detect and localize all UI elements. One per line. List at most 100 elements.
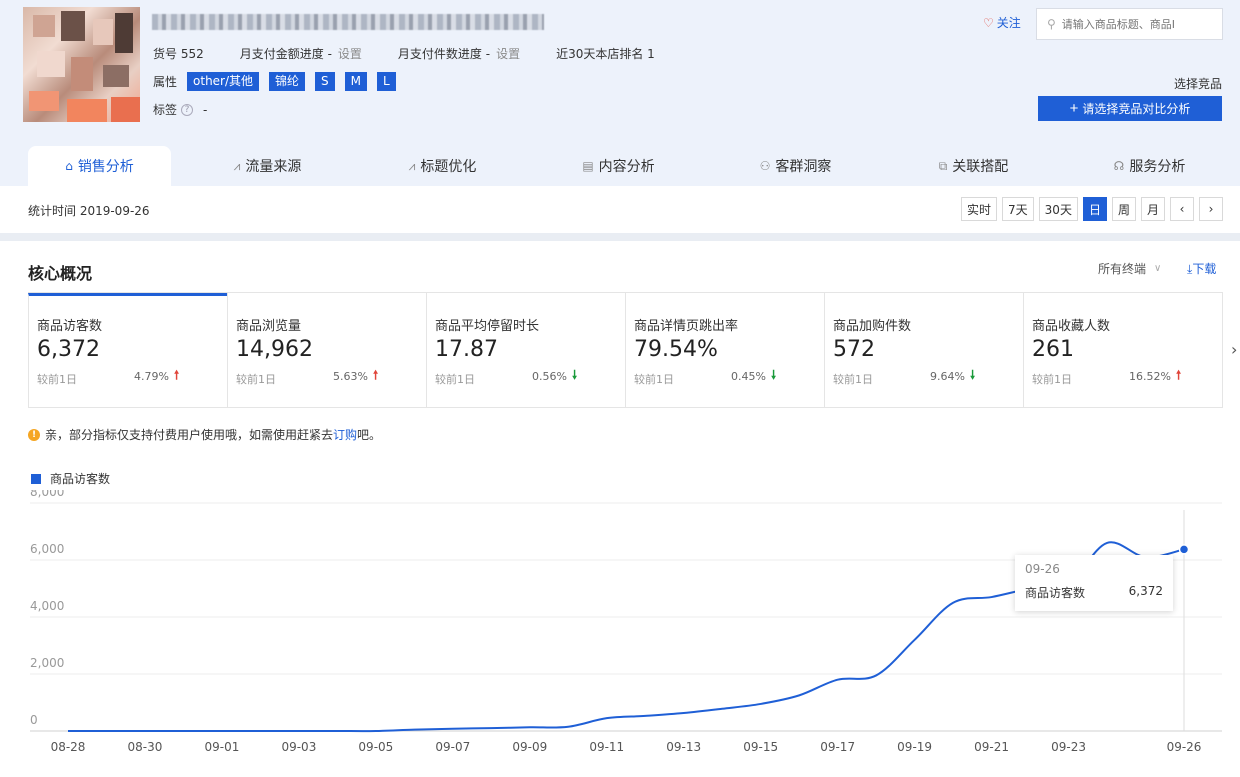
metric-cards: 商品访客数 6,372 较前1日 4.79% 🠕 商品浏览量 14,962 较前1… [28,292,1223,408]
metric-card[interactable]: 商品详情页跳出率 79.54% 较前1日 0.45% 🠗 [625,293,824,407]
tooltip-date: 09-26 [1025,562,1060,576]
x-tick-label: 09-03 [281,740,316,754]
chevron-left-icon: ‹ [1179,202,1185,216]
metric-name: 商品加购件数 [833,319,912,334]
metric-name: 商品浏览量 [236,319,302,334]
metric-compare-label: 较前1日 [1032,373,1072,386]
tooltip-label: 商品访客数 [1025,586,1086,600]
metric-name: 商品详情页跳出率 [634,319,739,334]
metric-change-value: 0.45% [731,370,766,383]
range-7d-button[interactable]: 7天 [1002,197,1034,221]
help-icon[interactable]: ? [181,103,194,116]
tag-value: - [203,102,208,117]
range-day-button[interactable]: 日 [1082,197,1107,221]
next-period-button[interactable]: › [1199,197,1223,221]
section-divider [0,233,1240,241]
tag-label: 标签 [153,103,178,117]
arrow-down-icon: 🠗 [571,368,578,382]
follow-button[interactable]: ♡ 关注 [983,14,1021,31]
core-overview-title: 核心概况 [28,264,93,283]
tab-traffic-source[interactable]: ⩘ 流量来源 [196,146,339,186]
tag-row: 标签 ? - [153,101,207,118]
search-icon: ⚲ [1047,17,1056,31]
x-tick-label: 08-28 [51,740,86,754]
legend-label: 商品访客数 [50,472,111,486]
product-thumbnail[interactable] [23,7,140,122]
y-tick-label: 4,000 [30,599,64,613]
x-tick-label: 09-05 [358,740,393,754]
notice-text-end: 吧。 [357,428,382,442]
tab-content-analysis[interactable]: ▤ 内容分析 [547,146,690,186]
search-input[interactable] [1061,17,1202,31]
download-link[interactable]: ⤓下载 [1187,260,1216,277]
metric-value: 17.87 [435,337,498,362]
chevron-right-icon[interactable]: › [1231,340,1237,359]
range-month-button[interactable]: 月 [1140,197,1165,221]
x-tick-label: 09-09 [512,740,547,754]
visitor-line-chart[interactable]: 0 2,000 4,000 6,000 8,000 08-28 08-30 09-01 09-0… [0,490,1240,777]
metric-card[interactable]: 商品访客数 6,372 较前1日 4.79% 🠕 [28,293,227,407]
product-header: 货号 552 月支付金额进度 - 设置 月支付件数进度 - 设置 近30天本店排名 … [0,0,1240,186]
metric-card[interactable]: 商品平均停留时长 17.87 较前1日 0.56% 🠗 [426,293,625,407]
tab-customer-insight[interactable]: ⚇ 客群洞察 [724,146,867,186]
tab-label: 销售分析 [77,159,134,175]
notice-text: 亲，部分指标仅支持付费用户使用哦，如需使用赶紧去 [45,428,334,442]
x-tick-label: 09-11 [589,740,624,754]
metric-card[interactable]: 商品浏览量 14,962 较前1日 5.63% 🠕 [227,293,426,407]
tab-label: 标题优化 [420,159,477,175]
metric-card[interactable]: 商品加购件数 572 较前1日 9.64% 🠗 [824,293,1023,407]
attribute-label: 属性 [153,75,178,89]
metric-change-value: 0.56% [532,370,567,383]
tab-title-optimization[interactable]: ⩘ 标题优化 [371,146,514,186]
line-chart-icon: ⩘ [233,158,241,173]
tab-sales-analysis[interactable]: ⌂ 销售分析 [28,146,171,186]
x-tick-label: 09-01 [204,740,239,754]
attribute-tag: L [377,72,396,91]
metric-card[interactable]: 商品收藏人数 261 较前1日 16.52% 🠕 [1023,293,1222,407]
sku-value: 552 [180,46,204,61]
x-tick-label: 09-13 [666,740,701,754]
metric-value: 572 [833,337,875,362]
metric-value: 14,962 [236,337,313,362]
download-label: 下载 [1192,262,1217,276]
follow-label: 关注 [996,16,1021,30]
pay-amount-setting-link[interactable]: 设置 [338,45,362,62]
pay-count-setting-link[interactable]: 设置 [496,45,520,62]
paid-notice: ! 亲，部分指标仅支持付费用户使用哦，如需使用赶紧去 订购 吧。 [28,426,381,443]
x-tick-label: 09-21 [974,740,1009,754]
chart-legend[interactable]: 商品访客数 [31,470,110,487]
subscribe-link[interactable]: 订购 [333,426,357,443]
x-tick-label: 08-30 [128,740,163,754]
metric-value: 6,372 [37,337,100,362]
metric-change-value: 9.64% [930,370,965,383]
chart-tooltip: 09-26 商品访客数 6,372 [1015,555,1173,611]
data-point [1178,544,1190,555]
range-30d-button[interactable]: 30天 [1038,197,1078,221]
metric-name: 商品平均停留时长 [435,319,540,334]
range-week-button[interactable]: 周 [1111,197,1136,221]
x-tick-label: 09-26 [1167,740,1202,754]
tab-service-analysis[interactable]: ☊ 服务分析 [1078,146,1221,186]
stat-time: 统计时间 2019-09-26 [28,204,150,218]
tab-related-matching[interactable]: ⧉ 关联搭配 [902,146,1045,186]
range-realtime-button[interactable]: 实时 [961,197,998,221]
legend-swatch [31,473,41,484]
y-tick-label: 0 [30,713,38,727]
search-box[interactable]: ⚲ [1036,8,1223,40]
attribute-row: 属性 other/其他 锦纶 S M L [153,72,406,91]
compare-competitor-button[interactable]: + 请选择竞品对比分析 [1038,96,1222,121]
prev-period-button[interactable]: ‹ [1170,197,1194,221]
y-tick-label: 6,000 [30,542,64,556]
analysis-tabs: ⌂ 销售分析 ⩘ 流量来源 ⩘ 标题优化 ▤ 内容分析 ⚇ 客群洞察 ⧉ 关联搭… [0,146,1240,186]
sku-label: 货号 [153,47,178,61]
metric-name: 商品访客数 [37,319,103,334]
terminal-select[interactable]: 所有终端 ∨ [1098,260,1161,277]
metric-value: 79.54% [634,337,718,362]
product-title-blurred [152,14,544,30]
tab-label: 流量来源 [245,159,302,175]
attribute-tag: 锦纶 [269,72,306,91]
arrow-up-icon: 🠕 [173,368,180,382]
metric-change: 5.63% 🠕 [333,366,378,387]
metric-compare-label: 较前1日 [435,373,475,386]
metric-change-value: 5.63% [333,370,368,383]
